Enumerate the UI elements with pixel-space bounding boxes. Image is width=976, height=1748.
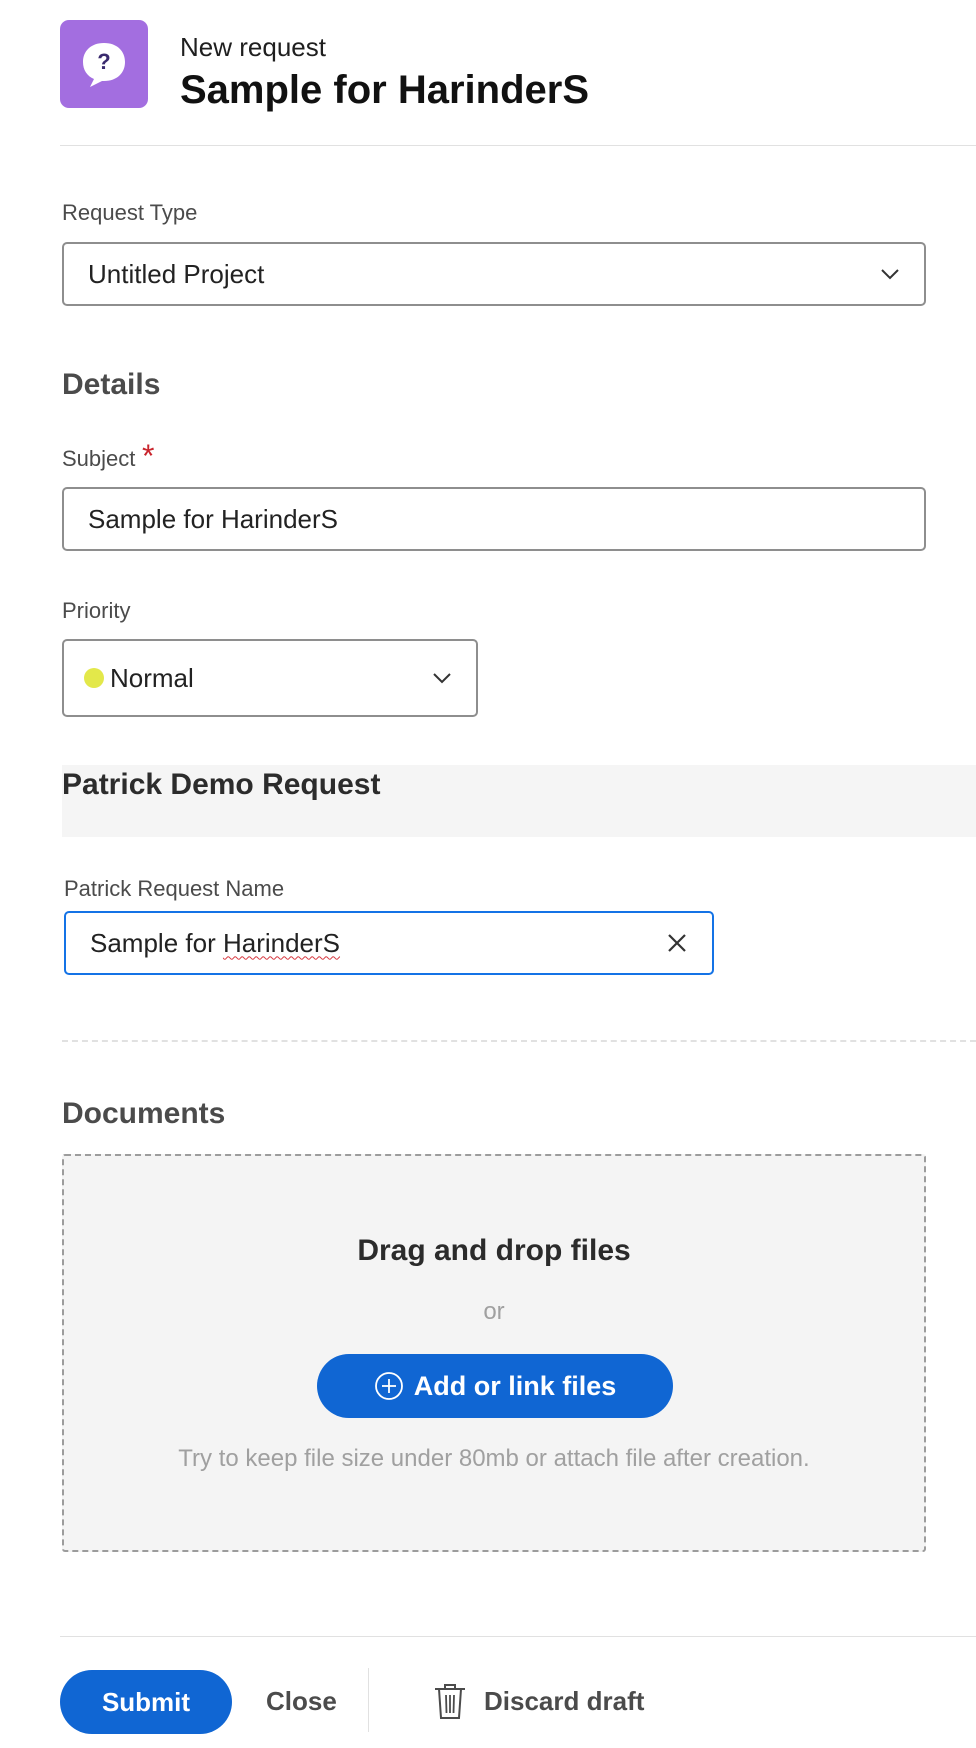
priority-status-dot xyxy=(84,668,104,688)
header-subtitle: New request xyxy=(180,32,326,62)
dropzone-title: Drag and drop files xyxy=(357,1234,631,1267)
chevron-down-icon xyxy=(881,269,899,280)
required-indicator: * xyxy=(142,438,155,474)
close-button[interactable]: Close xyxy=(266,1686,337,1717)
discard-draft-label: Discard draft xyxy=(484,1685,645,1716)
page-title: Sample for HarinderS xyxy=(180,68,590,112)
trash-icon xyxy=(435,1684,465,1719)
request-name-prefix: Sample for xyxy=(90,927,223,958)
priority-label: Priority xyxy=(62,598,131,623)
clear-icon[interactable] xyxy=(664,930,690,956)
question-bubble-icon: ? xyxy=(60,20,148,108)
add-files-label: Add or link files xyxy=(413,1370,617,1401)
add-or-link-files-button[interactable]: Add or link files xyxy=(317,1354,673,1418)
page-header: ? New request Sample for HarinderS xyxy=(60,20,976,146)
footer-separator xyxy=(368,1668,369,1732)
dropzone-or: or xyxy=(483,1298,505,1325)
custom-form-title: Patrick Demo Request xyxy=(62,768,381,801)
request-type-label: Request Type xyxy=(62,200,198,225)
details-section-title: Details xyxy=(62,368,161,401)
documents-section-title: Documents xyxy=(62,1097,226,1130)
subject-input[interactable]: Sample for HarinderS xyxy=(62,487,926,551)
request-name-value: Sample for HarinderS xyxy=(66,928,664,959)
priority-select[interactable]: Normal xyxy=(62,639,478,717)
subject-value: Sample for HarinderS xyxy=(88,503,338,534)
discard-draft-button[interactable]: Discard draft xyxy=(432,1676,644,1726)
request-type-value: Untitled Project xyxy=(88,258,265,289)
footer-divider xyxy=(60,1636,976,1637)
svg-text:?: ? xyxy=(97,49,110,74)
file-size-hint: Try to keep file size under 80mb or atta… xyxy=(178,1445,810,1472)
subject-label: Subject * xyxy=(62,438,154,474)
request-name-label: Patrick Request Name xyxy=(64,876,285,901)
request-name-misspelled-word: HarinderS xyxy=(222,927,341,958)
subject-label-text: Subject xyxy=(62,446,136,471)
submit-button[interactable]: Submit xyxy=(60,1670,232,1734)
priority-value: Normal xyxy=(110,662,194,693)
section-divider xyxy=(62,1040,976,1042)
request-name-input[interactable]: Sample for HarinderS xyxy=(64,911,714,975)
request-type-select[interactable]: Untitled Project xyxy=(62,242,926,306)
chevron-down-icon xyxy=(433,673,451,684)
add-circle-icon xyxy=(374,1372,403,1400)
file-dropzone[interactable]: Drag and drop files or Add or link files… xyxy=(62,1154,926,1552)
